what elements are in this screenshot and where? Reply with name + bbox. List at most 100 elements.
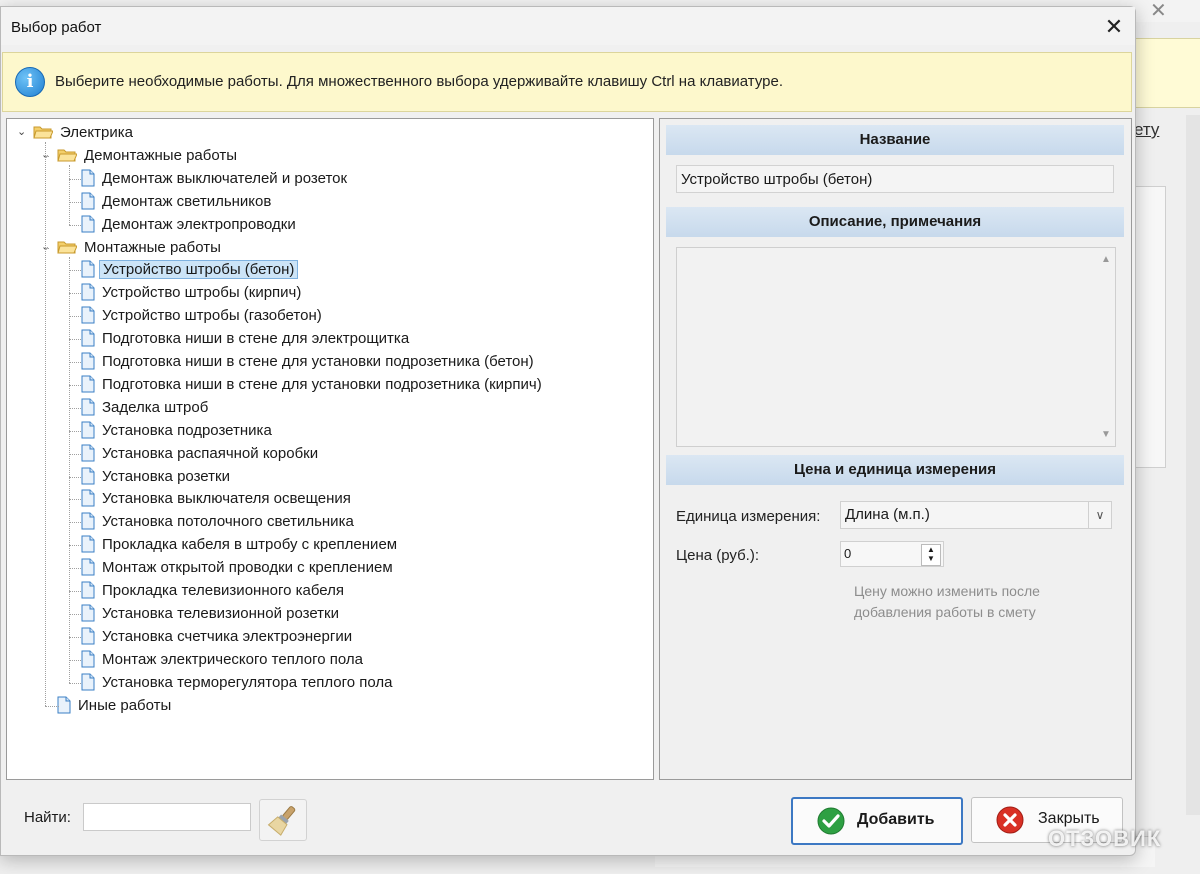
- works-tree[interactable]: ⌄ Электрика ⌄ Демонтажные работы Демонтаж вы…: [6, 118, 654, 780]
- dialog-titlebar: Выбор работ ✕: [1, 7, 1135, 45]
- tree-label: Установка терморегулятора теплого пола: [102, 673, 393, 691]
- tree-label: Заделка штроб: [102, 398, 209, 416]
- background-link[interactable]: ету: [1134, 120, 1159, 140]
- document-icon: [81, 558, 95, 576]
- properties-panel: Название Устройство штробы (бетон) Описа…: [659, 118, 1132, 780]
- stepper-arrows-icon[interactable]: ▲ ▼: [921, 544, 941, 566]
- document-icon: [81, 329, 95, 347]
- tree-connector: [45, 155, 49, 157]
- tree-folder[interactable]: ⌄ Монтажные работы: [7, 237, 647, 259]
- tree-item[interactable]: Установка терморегулятора теплого пола: [7, 672, 647, 694]
- document-icon: [81, 260, 95, 278]
- tree-item[interactable]: Установка подрозетника: [7, 420, 647, 442]
- tree-connector: [69, 316, 81, 318]
- name-header: Название: [666, 125, 1124, 155]
- tree-connector: [69, 659, 81, 661]
- tree-connector: [69, 164, 70, 225]
- cross-icon: [996, 806, 1024, 834]
- document-icon: [81, 306, 95, 324]
- tree-item[interactable]: Подготовка ниши в стене для установки по…: [7, 351, 647, 373]
- tree-folder[interactable]: ⌄ Демонтажные работы: [7, 145, 647, 167]
- tree-item[interactable]: Монтаж открытой проводки с креплением: [7, 557, 647, 579]
- info-icon: i: [15, 67, 45, 97]
- tree-item[interactable]: Подготовка ниши в стене для электрощитка: [7, 328, 647, 350]
- chevron-down-icon[interactable]: ⌄: [41, 240, 53, 253]
- tree-label: Прокладка телевизионного кабеля: [102, 582, 344, 599]
- document-icon: [81, 467, 95, 485]
- tree-folder[interactable]: ⌄ Электрика: [7, 122, 647, 144]
- tree-item[interactable]: Демонтаж светильников: [7, 191, 647, 213]
- dialog-title: Выбор работ: [11, 19, 102, 36]
- tree-item[interactable]: Установка выключателя освещения: [7, 488, 647, 510]
- tree-item[interactable]: Установка счетчика электроэнергии: [7, 626, 647, 648]
- info-text: Выберите необходимые работы. Для множест…: [55, 73, 784, 90]
- document-icon: [81, 650, 95, 668]
- tree-connector: [45, 705, 59, 707]
- tree-item[interactable]: Прокладка кабеля в штробу с креплением: [7, 534, 647, 556]
- tree-label: Демонтаж электропроводки: [102, 215, 296, 233]
- clear-search-button[interactable]: [259, 799, 307, 841]
- tree-label: Монтаж электрического теплого пола: [102, 650, 363, 668]
- tree-item[interactable]: Устройство штробы (газобетон): [7, 305, 647, 327]
- tree-item[interactable]: Монтаж электрического теплого пола: [7, 649, 647, 671]
- tree-connector: [69, 568, 81, 570]
- scroll-down-icon[interactable]: ▼: [1101, 429, 1111, 440]
- tree-label: Устройство штробы (кирпич): [102, 284, 302, 302]
- search-input[interactable]: [83, 803, 251, 831]
- tree-item[interactable]: Демонтаж электропроводки: [7, 214, 647, 236]
- tree-item[interactable]: Устройство штробы (кирпич): [7, 282, 647, 304]
- name-field[interactable]: Устройство штробы (бетон): [676, 165, 1114, 193]
- tree-item[interactable]: Установка розетки: [7, 466, 647, 488]
- tree-label: Установка подрозетника: [102, 421, 272, 439]
- tree-item[interactable]: Установка потолочного светильника: [7, 511, 647, 533]
- tree-item[interactable]: Демонтаж выключателей и розеток: [7, 168, 647, 190]
- document-icon: [81, 673, 95, 691]
- tree-item[interactable]: Подготовка ниши в стене для установки по…: [7, 374, 647, 396]
- add-button-label: Добавить: [857, 811, 935, 828]
- tree-item[interactable]: Заделка штроб: [7, 397, 647, 419]
- background-edge: [1186, 115, 1200, 815]
- price-header: Цена и единица измерения: [666, 455, 1124, 485]
- tree-item[interactable]: Устройство штробы (бетон): [7, 259, 647, 281]
- document-icon: [81, 535, 95, 553]
- background-panel: [1134, 186, 1166, 468]
- tree-connector: [45, 142, 46, 706]
- close-icon[interactable]: ✕: [1099, 13, 1129, 41]
- chevron-down-icon[interactable]: ⌄: [41, 148, 53, 161]
- add-button[interactable]: Добавить: [791, 797, 963, 845]
- unit-label: Единица измерения:: [676, 508, 821, 525]
- tree-label: Прокладка кабеля в штробу с креплением: [102, 536, 398, 554]
- tree-connector: [69, 499, 81, 501]
- document-icon: [81, 604, 95, 622]
- check-icon: [817, 807, 845, 835]
- tree-item[interactable]: Прокладка телевизионного кабеля: [7, 580, 647, 602]
- chevron-down-icon[interactable]: ⌄: [17, 125, 29, 138]
- scroll-up-icon[interactable]: ▲: [1101, 254, 1111, 265]
- tree-label: Установка выключателя освещения: [102, 490, 351, 508]
- document-icon: [81, 398, 95, 416]
- tree-item[interactable]: Установка телевизионной розетки: [7, 603, 647, 625]
- tree-connector: [69, 384, 81, 386]
- tree-label: Подготовка ниши в стене для установки по…: [102, 353, 534, 370]
- chevron-down-icon[interactable]: ∨: [1088, 502, 1111, 528]
- description-field[interactable]: ▲ ▼: [676, 247, 1116, 447]
- price-stepper[interactable]: 0 ▲ ▼: [840, 541, 944, 567]
- price-value: 0: [844, 546, 852, 561]
- tree-connector: [69, 270, 81, 272]
- tree-label: Установка счетчика электроэнергии: [102, 627, 353, 645]
- unit-select[interactable]: Длина (м.п.) ∨: [840, 501, 1112, 529]
- tree-label: Устройство штробы (газобетон): [102, 307, 322, 325]
- tree-label: Установка потолочного светильника: [102, 513, 354, 531]
- folder-open-icon: [33, 124, 54, 140]
- tree-item[interactable]: Иные работы: [7, 695, 647, 717]
- document-icon: [81, 215, 95, 233]
- tree-label: Установка телевизионной розетки: [102, 604, 339, 622]
- price-hint: Цену можно изменить после добавления раб…: [854, 583, 1040, 620]
- tree-item[interactable]: Установка распаячной коробки: [7, 443, 647, 465]
- document-icon: [81, 169, 95, 187]
- tree-label: Электрика: [60, 124, 133, 141]
- folder-open-icon: [57, 239, 78, 255]
- background-close-icon[interactable]: ✕: [1150, 0, 1167, 23]
- tree-connector: [69, 682, 81, 684]
- description-scrollbar[interactable]: ▲ ▼: [1099, 254, 1113, 440]
